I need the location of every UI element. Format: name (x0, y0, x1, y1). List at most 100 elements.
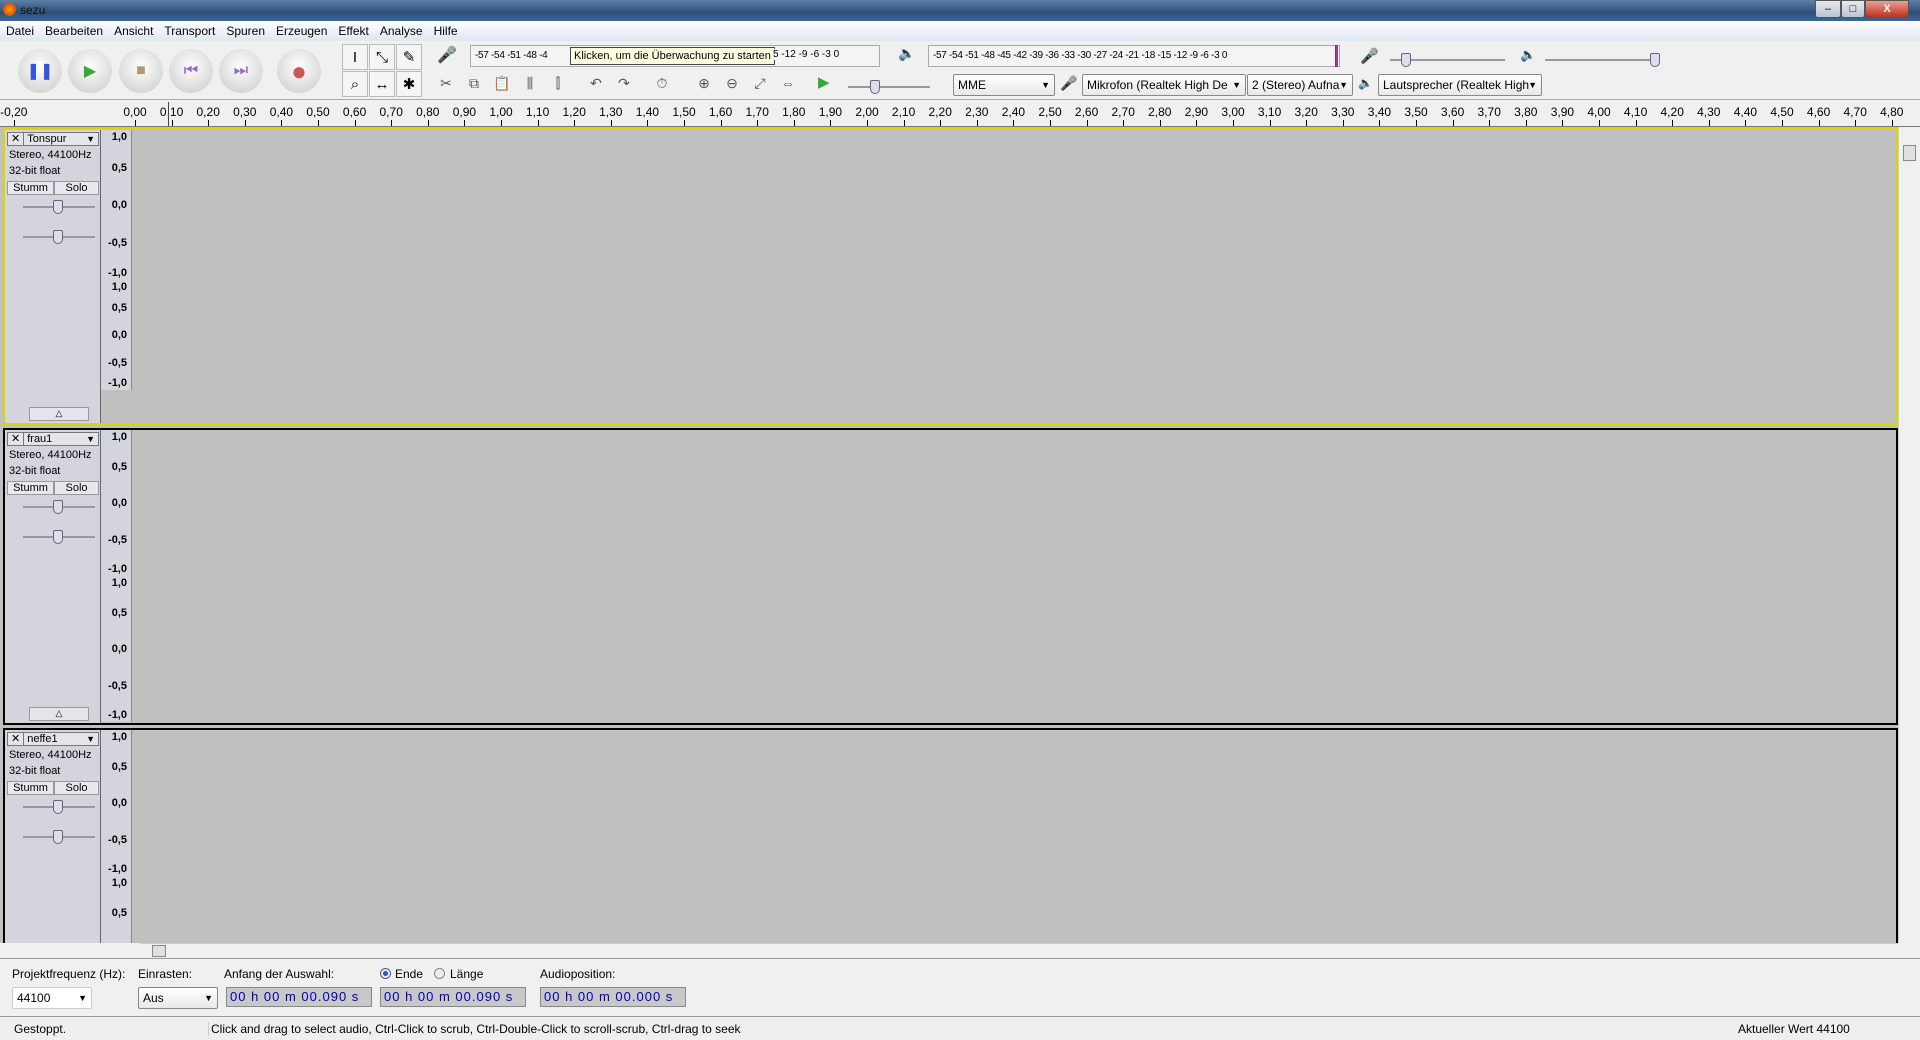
record-button[interactable]: ● (277, 49, 321, 93)
time-shift-tool[interactable]: ↔ (369, 71, 395, 97)
length-radio[interactable] (434, 968, 445, 979)
mute-button[interactable]: Stumm (7, 781, 54, 795)
ruler-tick-mark (793, 120, 795, 126)
fit-selection-icon: ⤢ (754, 74, 766, 91)
output-volume-slider[interactable] (1545, 53, 1660, 67)
snap-select[interactable]: Aus ▼ (138, 987, 218, 1009)
menu-spuren[interactable]: Spuren (220, 21, 270, 38)
solo-button[interactable]: Solo (54, 481, 99, 495)
menu-bearbeiten[interactable]: Bearbeiten (39, 21, 108, 38)
pan-slider[interactable] (23, 230, 95, 244)
project-rate-select[interactable]: 44100 ▼ (12, 987, 92, 1009)
slider-thumb[interactable] (53, 200, 63, 214)
selection-end-field[interactable]: 00 h 00 m 00.090 s (380, 987, 526, 1007)
end-radio[interactable] (380, 968, 391, 979)
amplitude-label: -1,0 (108, 563, 127, 575)
horizontal-scrollbar[interactable] (140, 943, 1898, 958)
vertical-scrollbar[interactable] (1898, 127, 1920, 943)
playback-meter[interactable]: -57 -54 -51 -48 -45 -42 -39 -36 -33 -30 … (928, 45, 1340, 67)
status-state: Gestoppt. (14, 1022, 67, 1036)
draw-tool[interactable]: ✎ (396, 44, 422, 70)
redo-button[interactable]: ↷ (612, 71, 636, 95)
toolbar-area: ❚❚ ▶ ■ ⏮ ⏭ ● I ⤡ ✎ ⌕ ↔ ✱ ✂ ⧉ 📋 ⫼ ⫿ ↶ ↷ ⏱ ⊕ ⊖ ⤢ ⇔ 🎤 -57 -54 -51… (0, 41, 1920, 100)
zoom-out-icon: ⊖ (726, 74, 738, 91)
cut-button[interactable]: ✂ (434, 71, 458, 95)
selection-tool[interactable]: I (342, 44, 368, 70)
audio-host-select[interactable]: MME ▼ (953, 74, 1055, 96)
input-channels-select[interactable]: 2 (Stereo) Aufna ▼ (1247, 74, 1353, 96)
solo-button[interactable]: Solo (54, 181, 99, 195)
zoom-out-button[interactable]: ⊖ (720, 71, 744, 95)
scroll-thumb[interactable] (1903, 145, 1916, 161)
scroll-thumb[interactable] (152, 945, 166, 957)
collapse-button[interactable]: △ (29, 707, 89, 721)
minimize-button[interactable]: – (1815, 0, 1841, 18)
skip-end-button[interactable]: ⏭ (219, 49, 263, 93)
fit-project-button[interactable]: ⇔ (776, 71, 800, 95)
track-format: Stereo, 44100Hz (9, 749, 92, 761)
paste-button[interactable]: 📋 (490, 71, 514, 95)
menu-datei[interactable]: Datei (0, 21, 39, 38)
pause-button[interactable]: ❚❚ (18, 49, 62, 93)
ruler-tick: 1,30 (599, 105, 623, 119)
play-cursor[interactable] (167, 102, 169, 126)
track-area[interactable]: ✕ Tonspur ▼ Stereo, 44100Hz 32-bit float Stum… (0, 127, 1898, 943)
slider-thumb[interactable] (53, 830, 63, 844)
undo-button[interactable]: ↶ (584, 71, 608, 95)
sync-lock-button[interactable]: ⏱ (650, 71, 674, 95)
slider-thumb[interactable] (53, 800, 63, 814)
menu-hilfe[interactable]: Hilfe (428, 21, 463, 38)
pan-slider[interactable] (23, 830, 95, 844)
record-meter-icon[interactable]: 🎤 (437, 45, 457, 65)
copy-button[interactable]: ⧉ (462, 71, 486, 95)
solo-button[interactable]: Solo (54, 781, 99, 795)
silence-button[interactable]: ⫿ (546, 71, 570, 95)
track-neffe1[interactable]: ✕ neffe1 ▼ Stereo, 44100Hz 32-bit float Stumm… (3, 728, 1898, 943)
ruler-tick: 1,40 (635, 105, 660, 119)
track-menu-button[interactable]: ✕ Tonspur ▼ (7, 132, 99, 146)
mute-button[interactable]: Stumm (7, 181, 54, 195)
timeline-ruler[interactable]: -0,30-0,200,000,100,200,300,400,500,600,… (0, 100, 1920, 127)
menu-transport[interactable]: Transport (158, 21, 220, 38)
input-volume-slider[interactable] (1390, 53, 1505, 67)
track-Tonspur[interactable]: ✕ Tonspur ▼ Stereo, 44100Hz 32-bit float Stum… (3, 128, 1898, 425)
ruler-tick: 2,50 (1038, 105, 1062, 119)
slider-thumb[interactable] (53, 530, 63, 544)
track-menu-button[interactable]: ✕ frau1 ▼ (7, 432, 99, 446)
gain-slider[interactable] (23, 800, 95, 814)
play-button[interactable]: ▶ (68, 49, 112, 93)
menu-effekt[interactable]: Effekt (332, 21, 373, 38)
track-menu-button[interactable]: ✕ neffe1 ▼ (7, 732, 99, 746)
stop-button[interactable]: ■ (119, 49, 163, 93)
menu-ansicht[interactable]: Ansicht (108, 21, 158, 38)
slider-thumb[interactable] (53, 230, 63, 244)
track-frau1[interactable]: ✕ frau1 ▼ Stereo, 44100Hz 32-bit float Stumm S… (3, 428, 1898, 725)
zoom-tool[interactable]: ⌕ (342, 71, 368, 97)
slider-thumb[interactable] (53, 500, 63, 514)
envelope-tool[interactable]: ⤡ (369, 44, 395, 70)
output-device-select[interactable]: Lautsprecher (Realtek High ▼ (1378, 74, 1542, 96)
track-close-icon[interactable]: ✕ (8, 733, 25, 745)
multi-tool[interactable]: ✱ (396, 71, 422, 97)
maximize-button[interactable]: □ (1841, 0, 1865, 18)
close-button[interactable]: X (1865, 0, 1909, 18)
input-device-select[interactable]: Mikrofon (Realtek High De ▼ (1082, 74, 1246, 96)
menu-analyse[interactable]: Analyse (374, 21, 428, 38)
selection-start-field[interactable]: 00 h 00 m 00.090 s (226, 987, 372, 1007)
fit-selection-button[interactable]: ⤢ (748, 71, 772, 95)
skip-start-button[interactable]: ⏮ (169, 49, 213, 93)
audio-position-field[interactable]: 00 h 00 m 00.000 s (540, 987, 686, 1007)
track-close-icon[interactable]: ✕ (8, 433, 25, 445)
menu-erzeugen[interactable]: Erzeugen (270, 21, 332, 38)
track-control-panel: ✕ frau1 ▼ Stereo, 44100Hz 32-bit float Stumm S… (5, 430, 101, 723)
play-speed-slider[interactable] (848, 80, 930, 94)
mute-button[interactable]: Stumm (7, 481, 54, 495)
zoom-in-button[interactable]: ⊕ (692, 71, 716, 95)
gain-slider[interactable] (23, 500, 95, 514)
play-at-speed-button[interactable]: ▶ (818, 73, 830, 91)
pan-slider[interactable] (23, 530, 95, 544)
gain-slider[interactable] (23, 200, 95, 214)
collapse-button[interactable]: △ (29, 407, 89, 421)
track-close-icon[interactable]: ✕ (8, 133, 25, 145)
trim-button[interactable]: ⫼ (518, 71, 542, 95)
